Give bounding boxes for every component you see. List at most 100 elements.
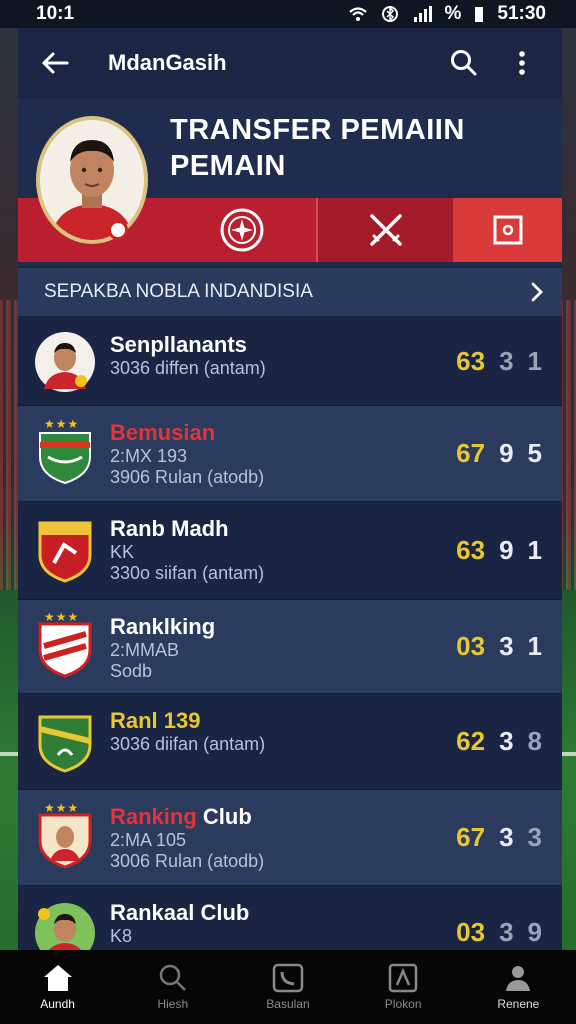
home-icon (43, 965, 72, 991)
document-button[interactable] (453, 198, 562, 262)
row-sub-2: Sodb (110, 661, 153, 681)
row-text: Bemusian 2:MX 193 3906 Rulan (atodb) (110, 420, 264, 488)
stat-3: 9 (527, 917, 542, 947)
list-item[interactable]: ★★★ Bemusian 2:MX 193 3906 Rulan (atodb)… (18, 406, 562, 502)
nav-home[interactable]: Aundh (8, 963, 108, 1011)
club-badge-button[interactable] (168, 198, 318, 262)
row-text: Ranklking 2:MMAB Sodb (110, 614, 215, 682)
bluetooth-icon (382, 6, 399, 22)
list-item[interactable]: Senpllanants 3036 diffen (antam) 63 3 1 (18, 318, 562, 406)
row-stats: 63 9 1 (456, 502, 542, 599)
nav-search[interactable]: Hiesh (123, 963, 223, 1011)
chevron-right-icon (531, 282, 543, 302)
app-panel: MdanGasih TRANSFER PEMAIIN PEMAIN SEPAKB… (18, 0, 562, 950)
nav-phone[interactable]: Basulan (238, 963, 338, 1011)
row-text: Ranking Club 2:MA 105 3006 Rulan (atodb) (110, 804, 264, 872)
row-sub: K8 (110, 926, 133, 946)
status-time-right: 51:30 (497, 3, 546, 24)
wifi-icon (349, 7, 368, 21)
row-stats: 67 3 3 (456, 790, 542, 885)
signal-icon (414, 6, 433, 22)
list-item[interactable]: Ranb Madh KK 330o siifan (antam) 63 9 1 (18, 502, 562, 600)
stat-3: 1 (527, 346, 542, 376)
row-stats: 67 9 5 (456, 406, 542, 501)
transfer-button[interactable] (318, 198, 453, 262)
row-sub: 3036 diffen (antam) (110, 358, 266, 378)
league-selector[interactable]: SEPAKBA NOBLA INDANDISIA (18, 268, 562, 316)
nav-phone-label: Basulan (266, 997, 310, 1011)
stat-2: 9 (499, 438, 514, 468)
ranking-list: Senpllanants 3036 diffen (antam) 63 3 1 … (18, 318, 562, 950)
rating: 67 (456, 822, 486, 852)
status-bar: 10:1 % 51:30 (0, 0, 576, 28)
person-icon (506, 966, 531, 991)
app-title: MdanGasih (108, 50, 227, 75)
stat-3: 1 (527, 535, 542, 565)
row-name: Ranking Club (110, 804, 252, 829)
club-logo: ★★★ (34, 801, 96, 869)
rating: 63 (456, 346, 486, 376)
row-name: Rankaal Club (110, 900, 250, 925)
list-item[interactable]: Ranl 139 3036 diifan (antam) 62 3 8 (18, 694, 562, 790)
nav-profile-card[interactable]: Plokon (353, 963, 453, 1011)
heading-line-2: PEMAIN (170, 150, 286, 182)
search-button[interactable] (444, 43, 484, 83)
crossed-swords-icon (369, 214, 402, 246)
stat-2: 9 (499, 535, 514, 565)
row-text: Ranb Madh KK 330o siifan (antam) (110, 516, 264, 584)
profile-card-icon (388, 963, 418, 993)
nav-profile-card-label: Plokon (384, 997, 422, 1011)
row-sub: KK (110, 542, 135, 562)
stat-2: 3 (499, 822, 514, 852)
square-icon (493, 215, 522, 245)
app-bar: MdanGasih (18, 28, 562, 98)
row-text: Rankaal Club K8 (110, 900, 249, 947)
row-name: Ranklking (110, 614, 216, 639)
phone-icon (272, 963, 304, 993)
row-sub: 3036 diifan (antam) (110, 734, 266, 754)
list-item[interactable]: ★★★ Ranking Club 2:MA 105 3006 Rulan (at… (18, 790, 562, 886)
bottom-nav: Aundh Hiesh Basulan Plokon Renene (0, 950, 576, 1024)
stars-icon: ★★★ (44, 800, 80, 815)
rating: 63 (456, 535, 486, 565)
rating: 03 (456, 917, 486, 947)
stat-2: 3 (499, 631, 514, 661)
stat-3: 1 (527, 631, 542, 661)
club-logo: ★★★ (34, 610, 96, 678)
page-heading: TRANSFER PEMAIIN PEMAIN (170, 112, 465, 184)
club-logo (34, 711, 96, 773)
battery-icon (475, 7, 484, 22)
row-stats: 03 3 1 (456, 600, 542, 693)
list-item[interactable]: ★★★ Ranklking 2:MMAB Sodb 03 3 1 (18, 600, 562, 694)
row-stats: 03 3 9 (456, 886, 542, 950)
search-icon (159, 964, 186, 991)
more-options-button[interactable] (502, 43, 542, 83)
stat-3: 5 (527, 438, 542, 468)
row-sub-2: 3906 Rulan (atodb) (110, 467, 265, 487)
nav-search-label: Hiesh (157, 997, 189, 1011)
back-button[interactable] (38, 46, 72, 80)
club-crest-icon (220, 208, 264, 252)
more-vertical-icon (519, 51, 525, 75)
club-logo: ★★★ (34, 417, 96, 485)
row-name: Senpllanants (110, 332, 247, 357)
row-text: Senpllanants 3036 diffen (antam) (110, 332, 266, 379)
stars-icon: ★★★ (44, 609, 80, 624)
arrow-left-icon (41, 52, 69, 74)
row-stats: 63 3 1 (456, 318, 542, 405)
rating: 03 (456, 631, 486, 661)
player-photo (34, 902, 96, 950)
nav-person[interactable]: Renene (468, 963, 568, 1011)
row-sub: 2:MA 105 (110, 830, 187, 850)
row-sub-2: 330o siifan (antam) (110, 563, 265, 583)
stat-2: 3 (499, 726, 514, 756)
row-name: Ranl 139 (110, 708, 201, 733)
rating: 67 (456, 438, 486, 468)
row-text: Ranl 139 3036 diifan (antam) (110, 708, 265, 755)
list-item[interactable]: Rankaal Club K8 03 3 9 (18, 886, 562, 950)
search-icon (451, 50, 477, 76)
nav-home-label: Aundh (40, 997, 75, 1011)
percent-icon: % (444, 3, 462, 24)
stat-2: 3 (499, 346, 514, 376)
row-sub: 2:MX 193 (110, 446, 188, 466)
